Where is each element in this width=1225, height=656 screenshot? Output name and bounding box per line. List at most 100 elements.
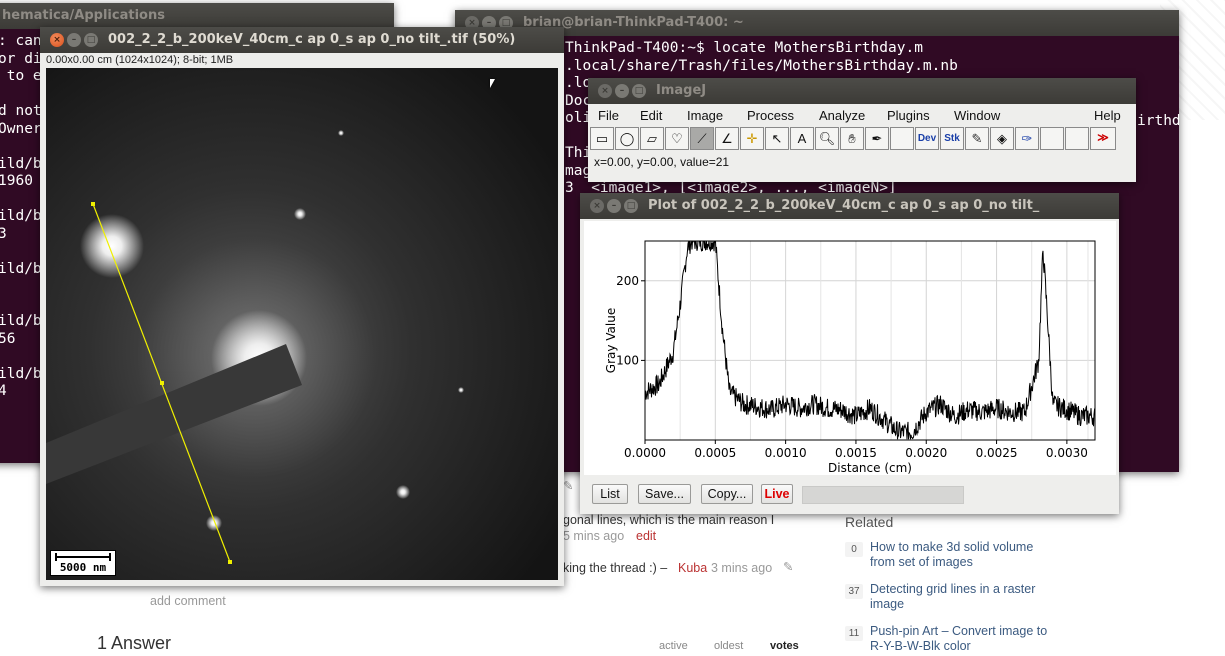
answers-heading: 1 Answer <box>97 633 172 653</box>
menu-bar: File Edit Image Process Analyze Plugins … <box>588 104 1136 126</box>
comment-text: king the thread :) – <box>563 561 668 575</box>
magnifier-tool-icon[interactable]: 🔍︎ <box>815 127 839 150</box>
maximize-icon[interactable]: □ <box>624 199 638 213</box>
hand-tool-icon[interactable]: ✋︎ <box>840 127 864 150</box>
pencil-icon[interactable]: ✎ <box>563 478 573 493</box>
copy-button[interactable]: Copy... <box>701 484 753 504</box>
minimize-icon[interactable]: – <box>607 199 621 213</box>
close-icon[interactable]: × <box>50 33 64 47</box>
oval-tool-icon[interactable]: ◯ <box>615 127 639 150</box>
comment-time: 3 mins ago <box>711 561 773 575</box>
line-handle[interactable] <box>160 381 164 385</box>
comment-time: 5 mins ago <box>563 529 625 543</box>
live-button[interactable]: Live <box>761 484 793 504</box>
empty-tool-slot <box>890 127 914 150</box>
plot-title: Plot of 002_2_2_b_200keV_40cm_c ap 0_s a… <box>648 198 1040 213</box>
dev-tool-icon[interactable]: Dev <box>915 127 939 150</box>
menu-image[interactable]: Image <box>687 108 723 123</box>
plot-window[interactable]: × – □ Plot of 002_2_2_b_200keV_40cm_c ap… <box>580 193 1119 514</box>
series-line <box>645 241 1095 440</box>
line-tool-icon[interactable]: ⟋ <box>690 127 714 150</box>
flood-fill-tool-icon[interactable]: ◈ <box>990 127 1014 150</box>
terminal-output-fragment: irthd <box>1137 113 1179 129</box>
related-title[interactable]: Detecting grid lines in a raster image <box>870 582 1050 612</box>
sort-tab-oldest[interactable]: oldest <box>714 640 743 652</box>
terminal-titlebar[interactable]: hematica/Applications <box>0 3 394 29</box>
y-tick-label: 200 <box>616 274 639 288</box>
add-comment-link[interactable]: add comment <box>150 594 226 608</box>
stk-tool-icon[interactable]: Stk <box>940 127 964 150</box>
y-axis-label: Gray Value <box>604 308 618 373</box>
image-window[interactable]: × – □ 002_2_2_b_200keV_40cm_c ap 0_s ap … <box>40 27 564 586</box>
sort-tab-votes[interactable]: votes <box>770 640 799 652</box>
comment-user-link[interactable]: Kuba <box>678 561 707 575</box>
terminal-output[interactable]: : can or di to e d not Owner ild/b 1960 … <box>0 33 42 401</box>
sort-tab-active[interactable]: active <box>659 640 688 652</box>
x-tick-label: 0.0005 <box>694 446 736 460</box>
tool-bar: ▭ ◯ ▱ ♡ ⟋ ∠ ✛ ↖ A 🔍︎ ✋︎ ✒ Dev Stk ✎ ◈ ✑ … <box>590 127 1134 151</box>
pencil-tool-icon[interactable]: ✑ <box>1015 127 1039 150</box>
x-tick-label: 0.0025 <box>976 446 1018 460</box>
status-bar: x=0.00, y=0.00, value=21 <box>594 155 730 169</box>
x-tick-label: 0.0020 <box>905 446 947 460</box>
save-button[interactable]: Save... <box>638 484 691 504</box>
text-tool-icon[interactable]: A <box>790 127 814 150</box>
comment-text: gonal lines, which is the main reason I <box>563 513 775 527</box>
angle-tool-icon[interactable]: ∠ <box>715 127 739 150</box>
menu-file[interactable]: File <box>598 108 619 123</box>
menu-edit[interactable]: Edit <box>640 108 662 123</box>
image-titlebar[interactable]: × – □ 002_2_2_b_200keV_40cm_c ap 0_s ap … <box>40 27 564 53</box>
image-canvas[interactable]: 5000 nm <box>46 68 558 580</box>
close-icon[interactable]: × <box>590 199 604 213</box>
pencil-icon[interactable]: ✎ <box>783 559 793 574</box>
related-title[interactable]: How to make 3d solid volume from set of … <box>870 540 1050 570</box>
related-title[interactable]: Push-pin Art – Convert image to R-Y-B-W-… <box>870 624 1050 654</box>
related-heading: Related <box>845 514 894 530</box>
more-tools-icon[interactable]: ≫ <box>1090 127 1116 150</box>
image-title: 002_2_2_b_200keV_40cm_c ap 0_s ap 0_no t… <box>108 32 516 47</box>
empty-tool-slot <box>1065 127 1089 150</box>
line-handle[interactable] <box>91 202 95 206</box>
related-count: 11 <box>845 626 863 641</box>
diffraction-image[interactable] <box>46 68 558 580</box>
related-count: 37 <box>845 584 863 599</box>
freehand-tool-icon[interactable]: ♡ <box>665 127 689 150</box>
x-axis-label: Distance (cm) <box>828 461 912 475</box>
minimize-icon[interactable]: – <box>67 33 81 47</box>
maximize-icon[interactable]: □ <box>632 84 646 98</box>
point-tool-icon[interactable]: ✛ <box>740 127 764 150</box>
minimize-icon[interactable]: – <box>615 84 629 98</box>
comment-edit-link[interactable]: edit <box>636 529 656 543</box>
imagej-title: ImageJ <box>656 83 707 98</box>
line-handle[interactable] <box>228 560 232 564</box>
close-icon[interactable]: × <box>598 84 612 98</box>
x-tick-label: 0.0030 <box>1046 446 1088 460</box>
menu-window[interactable]: Window <box>954 108 1000 123</box>
imagej-titlebar[interactable]: × – □ ImageJ <box>588 78 1136 104</box>
menu-plugins[interactable]: Plugins <box>887 108 930 123</box>
profile-plot[interactable]: 0.0000 0.0005 0.0010 0.0015 0.0020 0.0025 0.00… <box>584 221 1116 475</box>
menu-help[interactable]: Help <box>1094 108 1121 123</box>
terminal-title: hematica/Applications <box>2 8 165 23</box>
x-tick-label: 0.0015 <box>835 446 877 460</box>
list-button[interactable]: List <box>592 484 628 504</box>
brush-tool-icon[interactable]: ✎ <box>965 127 989 150</box>
y-tick-label: 100 <box>616 353 639 367</box>
related-count: 0 <box>845 542 863 557</box>
scale-bar: 5000 nm <box>50 550 116 576</box>
maximize-icon[interactable]: □ <box>84 33 98 47</box>
image-info: 0.00x0.00 cm (1024x1024); 8-bit; 1MB <box>46 54 234 66</box>
polygon-tool-icon[interactable]: ▱ <box>640 127 664 150</box>
plot-area[interactable]: 0.0000 0.0005 0.0010 0.0015 0.0020 0.0025 0.00… <box>584 221 1116 475</box>
mouse-cursor-icon <box>490 79 495 88</box>
x-tick-label: 0.0010 <box>765 446 807 460</box>
scale-bar-label: 5000 nm <box>59 561 107 574</box>
imagej-window[interactable]: × – □ ImageJ File Edit Image Process Ana… <box>588 78 1136 182</box>
dropper-tool-icon[interactable]: ✒ <box>865 127 889 150</box>
plot-titlebar[interactable]: × – □ Plot of 002_2_2_b_200keV_40cm_c ap… <box>580 193 1119 219</box>
rectangle-tool-icon[interactable]: ▭ <box>590 127 614 150</box>
menu-analyze[interactable]: Analyze <box>819 108 865 123</box>
menu-process[interactable]: Process <box>747 108 794 123</box>
plot-status-field <box>802 486 964 504</box>
wand-tool-icon[interactable]: ↖ <box>765 127 789 150</box>
